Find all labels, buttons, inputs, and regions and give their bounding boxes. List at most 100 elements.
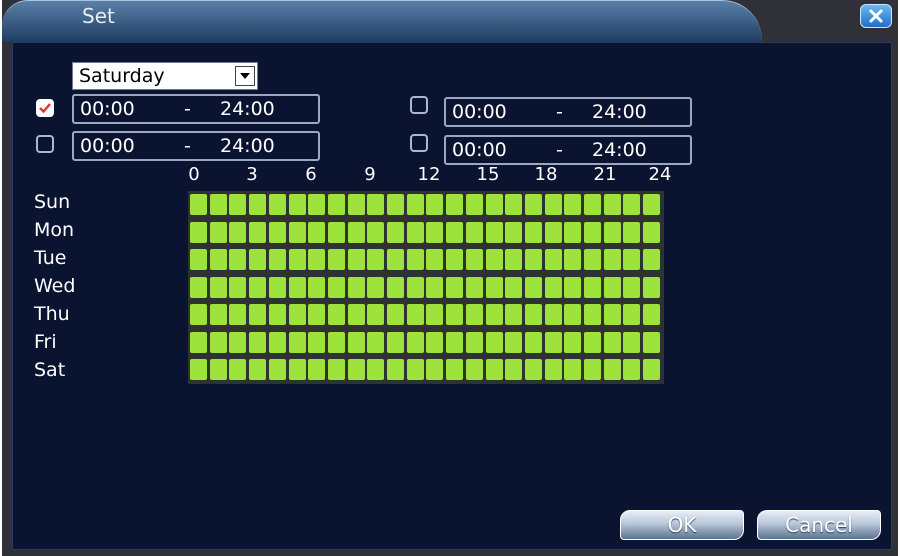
schedule-cell[interactable]	[308, 359, 326, 380]
schedule-cell[interactable]	[603, 276, 621, 298]
schedule-cell[interactable]	[623, 359, 641, 380]
schedule-grid[interactable]	[188, 191, 664, 384]
schedule-cell[interactable]	[485, 221, 503, 243]
schedule-cell[interactable]	[465, 304, 483, 325]
dropdown-arrow[interactable]	[235, 66, 255, 86]
schedule-cell[interactable]	[347, 304, 365, 325]
schedule-cell[interactable]	[367, 304, 385, 325]
schedule-cell[interactable]	[387, 276, 404, 298]
schedule-cell[interactable]	[603, 331, 621, 353]
schedule-cell[interactable]	[643, 276, 661, 298]
schedule-cell[interactable]	[643, 304, 661, 325]
schedule-cell[interactable]	[524, 249, 542, 270]
schedule-cell[interactable]	[229, 276, 247, 298]
schedule-cell[interactable]	[564, 194, 582, 215]
schedule-cell[interactable]	[584, 194, 601, 215]
schedule-cell[interactable]	[584, 249, 601, 270]
period-4-time-field[interactable]: 00:00 - 24:00	[444, 135, 692, 165]
schedule-cell[interactable]	[308, 221, 326, 243]
schedule-cell[interactable]	[249, 359, 267, 380]
schedule-cell[interactable]	[584, 221, 601, 243]
schedule-cell[interactable]	[446, 276, 464, 298]
schedule-cell[interactable]	[347, 194, 365, 215]
schedule-cell[interactable]	[505, 304, 523, 325]
schedule-cell[interactable]	[367, 331, 385, 353]
schedule-cell[interactable]	[485, 249, 503, 270]
schedule-cell[interactable]	[327, 221, 345, 243]
schedule-cell[interactable]	[505, 331, 523, 353]
schedule-cell[interactable]	[209, 194, 227, 215]
period-1-checkbox[interactable]	[36, 99, 54, 117]
schedule-cell[interactable]	[347, 276, 365, 298]
schedule-cell[interactable]	[505, 221, 523, 243]
schedule-cell[interactable]	[426, 249, 444, 270]
schedule-cell[interactable]	[446, 221, 464, 243]
schedule-cell[interactable]	[465, 221, 483, 243]
schedule-cell[interactable]	[465, 359, 483, 380]
schedule-cell[interactable]	[209, 249, 227, 270]
schedule-cell[interactable]	[623, 304, 641, 325]
schedule-cell[interactable]	[249, 331, 267, 353]
schedule-cell[interactable]	[465, 276, 483, 298]
schedule-cell[interactable]	[446, 194, 464, 215]
schedule-cell[interactable]	[564, 304, 582, 325]
schedule-cell[interactable]	[367, 194, 385, 215]
schedule-cell[interactable]	[603, 359, 621, 380]
schedule-cell[interactable]	[268, 221, 286, 243]
schedule-cell[interactable]	[623, 276, 641, 298]
schedule-cell[interactable]	[505, 276, 523, 298]
schedule-cell[interactable]	[603, 249, 621, 270]
schedule-cell[interactable]	[249, 221, 267, 243]
schedule-cell[interactable]	[367, 276, 385, 298]
schedule-cell[interactable]	[190, 276, 207, 298]
schedule-cell[interactable]	[524, 221, 542, 243]
schedule-cell[interactable]	[426, 276, 444, 298]
schedule-cell[interactable]	[406, 304, 424, 325]
schedule-cell[interactable]	[229, 304, 247, 325]
schedule-cell[interactable]	[209, 359, 227, 380]
schedule-cell[interactable]	[367, 249, 385, 270]
schedule-cell[interactable]	[249, 276, 267, 298]
schedule-cell[interactable]	[288, 304, 306, 325]
schedule-cell[interactable]	[485, 304, 503, 325]
schedule-cell[interactable]	[406, 276, 424, 298]
schedule-cell[interactable]	[623, 221, 641, 243]
schedule-cell[interactable]	[347, 221, 365, 243]
schedule-cell[interactable]	[347, 331, 365, 353]
schedule-cell[interactable]	[406, 359, 424, 380]
schedule-cell[interactable]	[643, 249, 661, 270]
schedule-cell[interactable]	[524, 276, 542, 298]
schedule-cell[interactable]	[524, 194, 542, 215]
schedule-cell[interactable]	[426, 304, 444, 325]
schedule-cell[interactable]	[387, 359, 404, 380]
schedule-cell[interactable]	[229, 331, 247, 353]
schedule-cell[interactable]	[190, 249, 207, 270]
schedule-cell[interactable]	[643, 194, 661, 215]
schedule-cell[interactable]	[268, 249, 286, 270]
schedule-cell[interactable]	[308, 249, 326, 270]
schedule-cell[interactable]	[584, 304, 601, 325]
schedule-cell[interactable]	[485, 359, 503, 380]
schedule-cell[interactable]	[347, 249, 365, 270]
schedule-cell[interactable]	[308, 194, 326, 215]
schedule-cell[interactable]	[603, 194, 621, 215]
schedule-cell[interactable]	[406, 249, 424, 270]
schedule-cell[interactable]	[406, 331, 424, 353]
schedule-cell[interactable]	[190, 221, 207, 243]
schedule-cell[interactable]	[387, 194, 404, 215]
ok-button[interactable]: OK	[620, 510, 744, 540]
schedule-cell[interactable]	[524, 359, 542, 380]
schedule-cell[interactable]	[249, 194, 267, 215]
schedule-cell[interactable]	[505, 249, 523, 270]
schedule-cell[interactable]	[209, 331, 227, 353]
schedule-cell[interactable]	[544, 249, 562, 270]
schedule-cell[interactable]	[249, 304, 267, 325]
period-1-time-field[interactable]: 00:00 - 24:00	[72, 94, 320, 124]
schedule-cell[interactable]	[544, 221, 562, 243]
schedule-cell[interactable]	[505, 194, 523, 215]
schedule-cell[interactable]	[367, 359, 385, 380]
schedule-cell[interactable]	[524, 304, 542, 325]
schedule-cell[interactable]	[544, 331, 562, 353]
schedule-cell[interactable]	[229, 249, 247, 270]
schedule-cell[interactable]	[387, 249, 404, 270]
